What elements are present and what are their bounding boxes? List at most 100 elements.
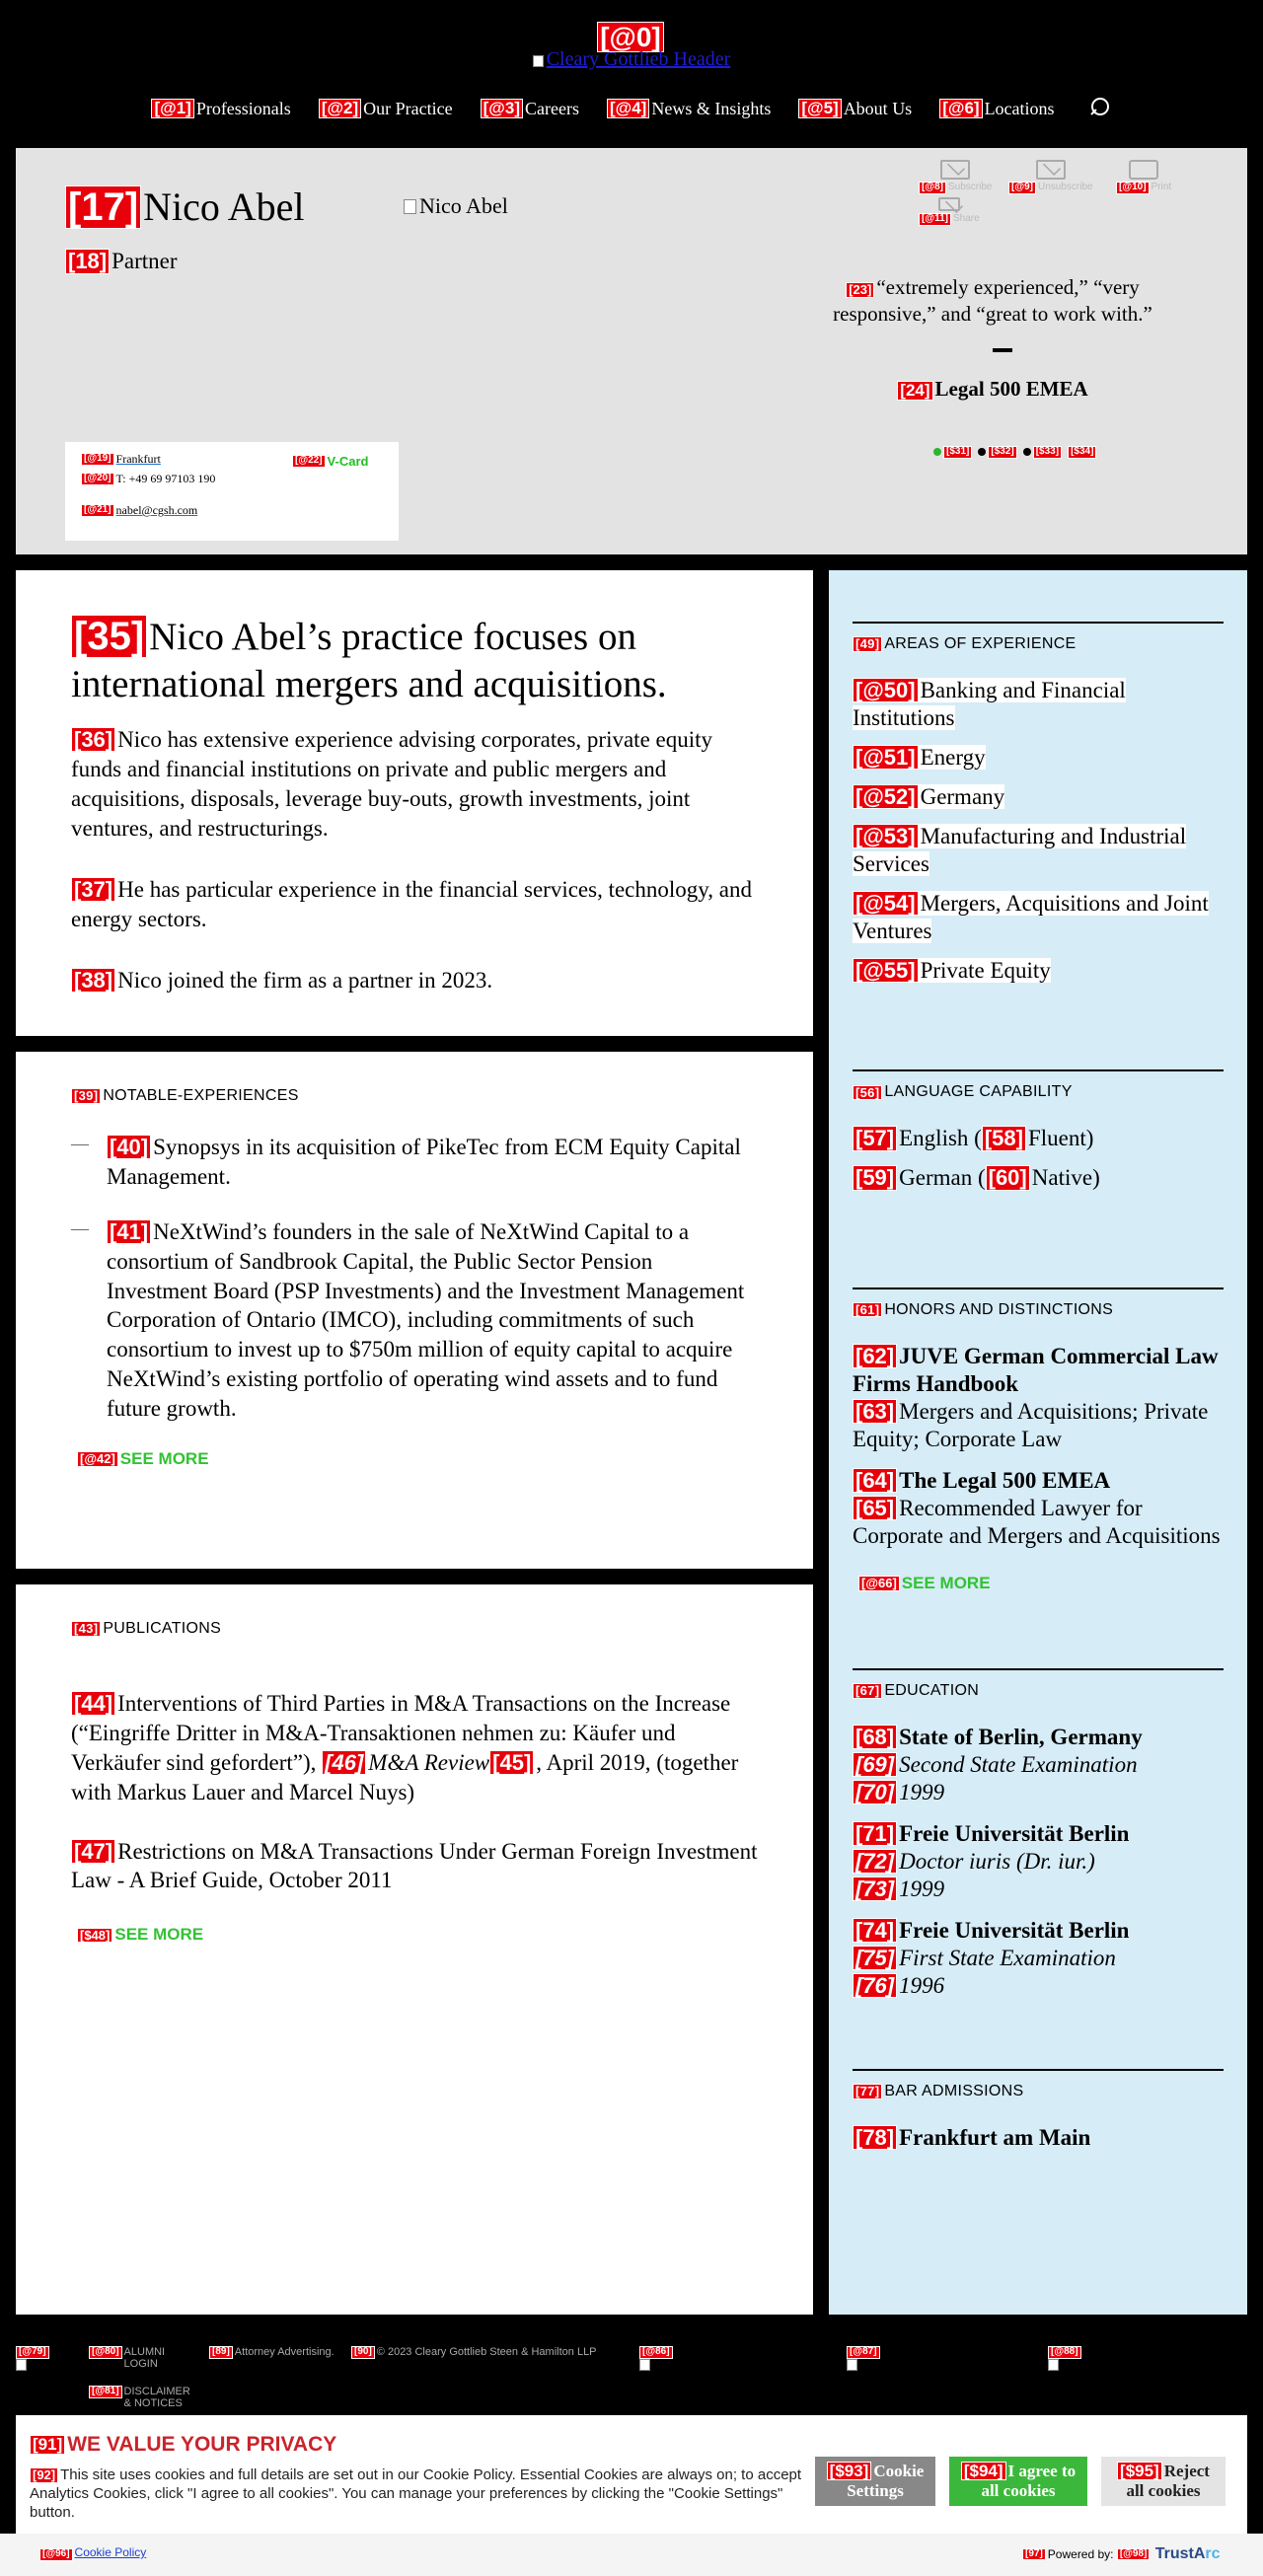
area-link[interactable]: [@50] Banking and Financial Institutions [853,677,1224,732]
contact-card: [@19] Frankfurt [@20] T: +49 69 97103 190 … [65,442,399,541]
vcard-link[interactable]: [@22] V-Card [292,454,368,469]
tag-label: [@21] [81,504,114,517]
logo-link[interactable]: Cleary Gottlieb Header [0,48,1263,71]
nav-locations[interactable]: [@6] Locations [939,99,1055,119]
paragraph-text: Nico has extensive experience advising c… [71,727,713,841]
nav-professionals[interactable]: [@1] Professionals [151,99,291,119]
see-more-link[interactable]: [$48] SEE MORE [77,1925,758,1945]
tag-label: [@53] [853,824,919,849]
carousel-dot-tag[interactable]: [$33] [1032,446,1063,459]
cookie-settings-button[interactable]: [$93] Cookie Settings [815,2457,935,2506]
tool-label: Share [952,213,980,224]
email-link[interactable]: [@21] nabel@cgsh.com [81,503,197,518]
nav-our-practice[interactable]: [@2] Our Practice [318,99,453,119]
tag-label: [67] [853,1683,883,1699]
language-name: English [899,1126,969,1151]
school-text: Freie Universität Berlin [899,1918,1130,1944]
year-text: 1999 [899,1877,945,1902]
cookie-policy-link[interactable]: [@96] Cookie Policy [39,2545,146,2561]
disclaimer-link[interactable]: [@81] DISCLAIMER & NOTICES [89,2386,197,2409]
tag-label: [@9] [1008,182,1036,194]
email-text[interactable]: nabel@cgsh.com [116,503,198,518]
tag-label: [41] [107,1218,152,1244]
cookie-body-text: This site uses cookies and full details … [30,2466,802,2521]
year: [76] 1996 [853,1972,1224,2000]
see-more-link[interactable]: [@42] SEE MORE [77,1449,758,1469]
envelope-x-icon [1035,160,1066,180]
nav-news-insights[interactable]: [@4] News & Insights [606,99,771,119]
tag-label: [@5] [798,99,842,118]
tag-label: [@22] [292,455,326,468]
tag-label: [76] [853,1973,898,1999]
tag-label: [65] [853,1495,898,1520]
degree: [75] First State Examination [853,1945,1224,1972]
trustarc-logo[interactable]: TrustArc [1155,2545,1221,2563]
honor-title-text: JUVE German Commercial Law Firms Handboo… [853,1343,1219,1396]
unsubscribe-button[interactable]: [@9] Unsubscribe [1008,160,1093,194]
reject-all-cookies-button[interactable]: [$95] Reject all cookies [1101,2457,1226,2506]
site-header: [@0] Cleary Gottlieb Header [@1] Professi… [0,0,1263,146]
publication-journal[interactable]: M&A Review [368,1750,489,1775]
subscribe-button[interactable]: [@8] Subscribe [919,160,992,194]
area-link[interactable]: [@55] Private Equity [853,957,1224,985]
carousel-dot[interactable] [978,448,987,457]
nav-about-us[interactable]: [@5] About Us [798,99,912,119]
alumni-login-link[interactable]: [@80] ALUMNI LOGIN [89,2346,197,2370]
profile-role-text: Partner [111,249,178,273]
tag-label: [60] [985,1165,1030,1191]
dash-bullet: — [71,1217,89,1238]
honor-title: [62] JUVE German Commercial Law Firms Han… [853,1343,1224,1398]
carousel-dot-tag[interactable]: [$34] [1068,446,1097,459]
phone-number: [@20] T: +49 69 97103 190 [81,472,215,486]
share-button[interactable]: [@11] Share [919,197,980,226]
tool-label: Unsubscribe [1037,182,1093,192]
office-link[interactable]: [@19] Frankfurt [81,452,161,467]
office-text[interactable]: Frankfurt [116,452,161,467]
area-label: Germany [920,784,1005,810]
search-icon[interactable] [1088,97,1112,120]
tag-label: [43] [71,1621,102,1637]
area-link[interactable]: [@51] Energy [853,744,1224,772]
carousel-dot-tag[interactable]: [$31] [943,446,973,459]
year-text: 1996 [899,1973,945,1999]
nav-careers[interactable]: [@3] Careers [480,99,579,119]
area-link[interactable]: [@52] Germany [853,783,1224,811]
section-heading-text: NOTABLE-EXPERIENCES [103,1087,299,1104]
carousel-dot-tag[interactable]: [$32] [988,446,1017,459]
tool-label: Print [1151,182,1172,192]
tag-label: [@87] [847,2346,880,2359]
area-link[interactable]: [@54] Mergers, Acquisitions and Joint Ven… [853,890,1224,945]
experience-text: NeXtWind’s founders in the sale of NeXtW… [107,1218,745,1422]
tag-label: [70] [853,1779,898,1805]
broken-image-icon [404,198,416,214]
year: [73] 1999 [853,1876,1224,1903]
cookie-policy-text[interactable]: Cookie Policy [75,2545,147,2559]
print-button[interactable]: [@10] Print [1116,160,1171,194]
honor-title-text: The Legal 500 EMEA [899,1467,1111,1493]
agree-all-cookies-button[interactable]: [$94] I agree to all cookies [949,2457,1087,2506]
tag-label: [$48] [77,1927,113,1944]
experience-list: — [40] Synopsys in its acquisition of Pike… [71,1133,758,1424]
footer-logo[interactable]: [@79] [16,2346,51,2371]
social-link[interactable]: [@87] [847,2346,882,2371]
tag-label: [@19] [81,453,114,466]
education-item: [68] State of Berlin, Germany [69] Second … [853,1724,1224,1806]
carousel-dot[interactable] [1022,448,1031,457]
social-link[interactable]: [@86] [639,2346,675,2371]
carousel-dot[interactable] [933,448,941,457]
tag-label: [91] [30,2435,66,2455]
tag-label: [@66] [858,1576,900,1591]
area-link[interactable]: [@53] Manufacturing and Industrial Servic… [853,823,1224,878]
quote-source-text: Legal 500 EMEA [934,377,1088,401]
site-logo[interactable]: [@0] Cleary Gottlieb Header [0,22,1263,71]
see-more-link[interactable]: [@66] SEE MORE [858,1574,1224,1593]
practice-paragraph: [38] Nico joined the firm as a partner in… [71,966,758,995]
tag-label: [78] [853,2125,898,2151]
social-icon [1048,2358,1059,2371]
tag-label: [75] [853,1946,898,1971]
phone-text: T: +49 69 97103 190 [115,472,216,485]
tag-label: [@55] [853,958,919,984]
tag-label: [@80] [89,2346,122,2359]
section-heading: [67] EDUCATION [853,1682,1224,1700]
social-link[interactable]: [@88] [1048,2346,1083,2371]
